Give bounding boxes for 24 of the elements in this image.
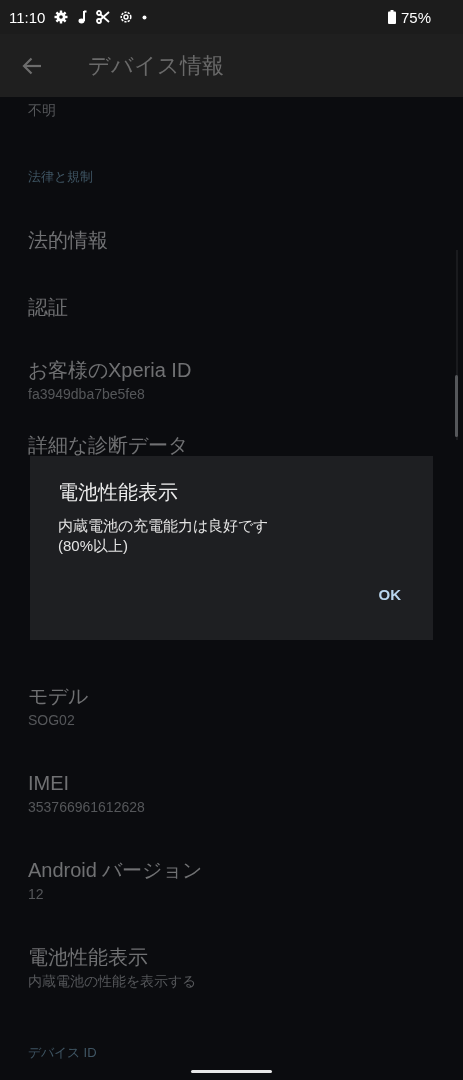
- section-header: 法律と規制: [28, 168, 93, 186]
- dot-icon: [142, 14, 148, 20]
- dialog-message: 内蔵電池の充電能力は良好です (80%以上): [58, 516, 269, 556]
- scrollbar: [455, 375, 458, 437]
- battery-percent: 75%: [400, 8, 431, 26]
- gear-icon: [54, 10, 69, 24]
- battery-icon: [387, 10, 396, 24]
- back-arrow-icon[interactable]: [22, 56, 42, 75]
- settings-item[interactable]: 法的情報: [0, 206, 463, 273]
- music-note-icon: [77, 10, 88, 24]
- settings-item[interactable]: IMEI 353766961612628: [0, 753, 463, 840]
- screen-title: デバイス情報: [88, 51, 224, 80]
- settings-item[interactable]: モデル SOG02: [0, 666, 463, 753]
- settings-item[interactable]: Android バージョン 12: [0, 840, 463, 927]
- settings-icon: [119, 10, 134, 24]
- ok-button[interactable]: OK: [370, 580, 409, 609]
- settings-item[interactable]: お客様のXperia ID fa3949dba7be5fe8: [0, 340, 463, 427]
- setting-value: 不明: [28, 102, 56, 118]
- dialog-title: 電池性能表示: [58, 480, 179, 505]
- scissors-icon: [96, 10, 111, 24]
- settings-item[interactable]: 認証: [0, 273, 463, 340]
- status-time: 11:10: [9, 8, 46, 26]
- section-header: デバイス ID: [28, 1044, 97, 1062]
- settings-item[interactable]: 電池性能表示 内蔵電池の性能を表示する: [0, 927, 463, 1014]
